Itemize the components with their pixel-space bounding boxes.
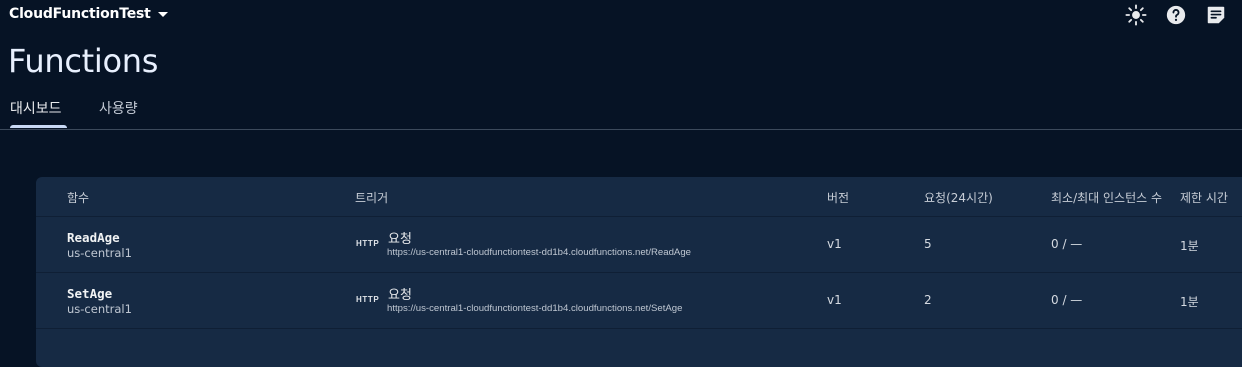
table-row[interactable]: ReadAge us-central1 HTTP 요청 https://us-c… [36, 216, 1242, 273]
trigger-url-link[interactable]: https://us-central1-cloudfunctiontest-dd… [387, 303, 682, 314]
feedback-icon[interactable] [1204, 3, 1228, 27]
column-header-version: 버전 [827, 191, 850, 205]
tab-usage[interactable]: 사용량 [99, 98, 138, 118]
trigger-url-link[interactable]: https://us-central1-cloudfunctiontest-dd… [387, 247, 691, 258]
column-header-timeout: 제한 시간 [1180, 191, 1228, 205]
tab-bar: 대시보드 사용량 [0, 90, 1242, 130]
page-title: Functions [8, 42, 159, 80]
help-icon[interactable] [1164, 3, 1188, 27]
chevron-down-icon [157, 11, 168, 17]
table-row[interactable]: SetAge us-central1 HTTP 요청 https://us-ce… [36, 272, 1242, 329]
column-header-instances: 최소/최대 인스턴스 수 [1051, 191, 1163, 205]
version-cell: v1 [827, 237, 842, 251]
table-header: 함수 트리거 버전 요청(24시간) 최소/최대 인스턴스 수 제한 시간 [36, 177, 1242, 217]
instances-cell: 0 / — [1051, 293, 1083, 307]
http-icon: HTTP [356, 295, 380, 304]
tab-dashboard[interactable]: 대시보드 [10, 98, 62, 118]
timeout-cell: 1분 [1180, 239, 1199, 253]
column-header-requests: 요청(24시간) [924, 191, 993, 205]
active-tab-indicator [10, 125, 67, 128]
top-bar: CloudFunctionTest [0, 0, 1242, 30]
version-cell: v1 [827, 293, 842, 307]
function-name[interactable]: ReadAge [67, 230, 120, 245]
trigger-type: 요청 [388, 232, 412, 247]
instances-cell: 0 / — [1051, 237, 1083, 251]
project-name: CloudFunctionTest [9, 6, 151, 22]
header-actions [1108, 3, 1228, 27]
column-header-function: 함수 [67, 191, 90, 205]
trigger-type: 요청 [388, 288, 412, 303]
http-icon: HTTP [356, 239, 380, 248]
function-name[interactable]: SetAge [67, 286, 112, 301]
timeout-cell: 1분 [1180, 295, 1199, 309]
project-selector[interactable]: CloudFunctionTest [9, 6, 168, 22]
function-region: us-central1 [67, 302, 132, 316]
functions-table: 함수 트리거 버전 요청(24시간) 최소/최대 인스턴스 수 제한 시간 Re… [36, 177, 1242, 367]
brightness-icon[interactable] [1124, 3, 1148, 27]
requests-cell: 2 [924, 293, 932, 307]
function-region: us-central1 [67, 246, 132, 260]
requests-cell: 5 [924, 237, 932, 251]
column-header-trigger: 트리거 [355, 191, 389, 205]
